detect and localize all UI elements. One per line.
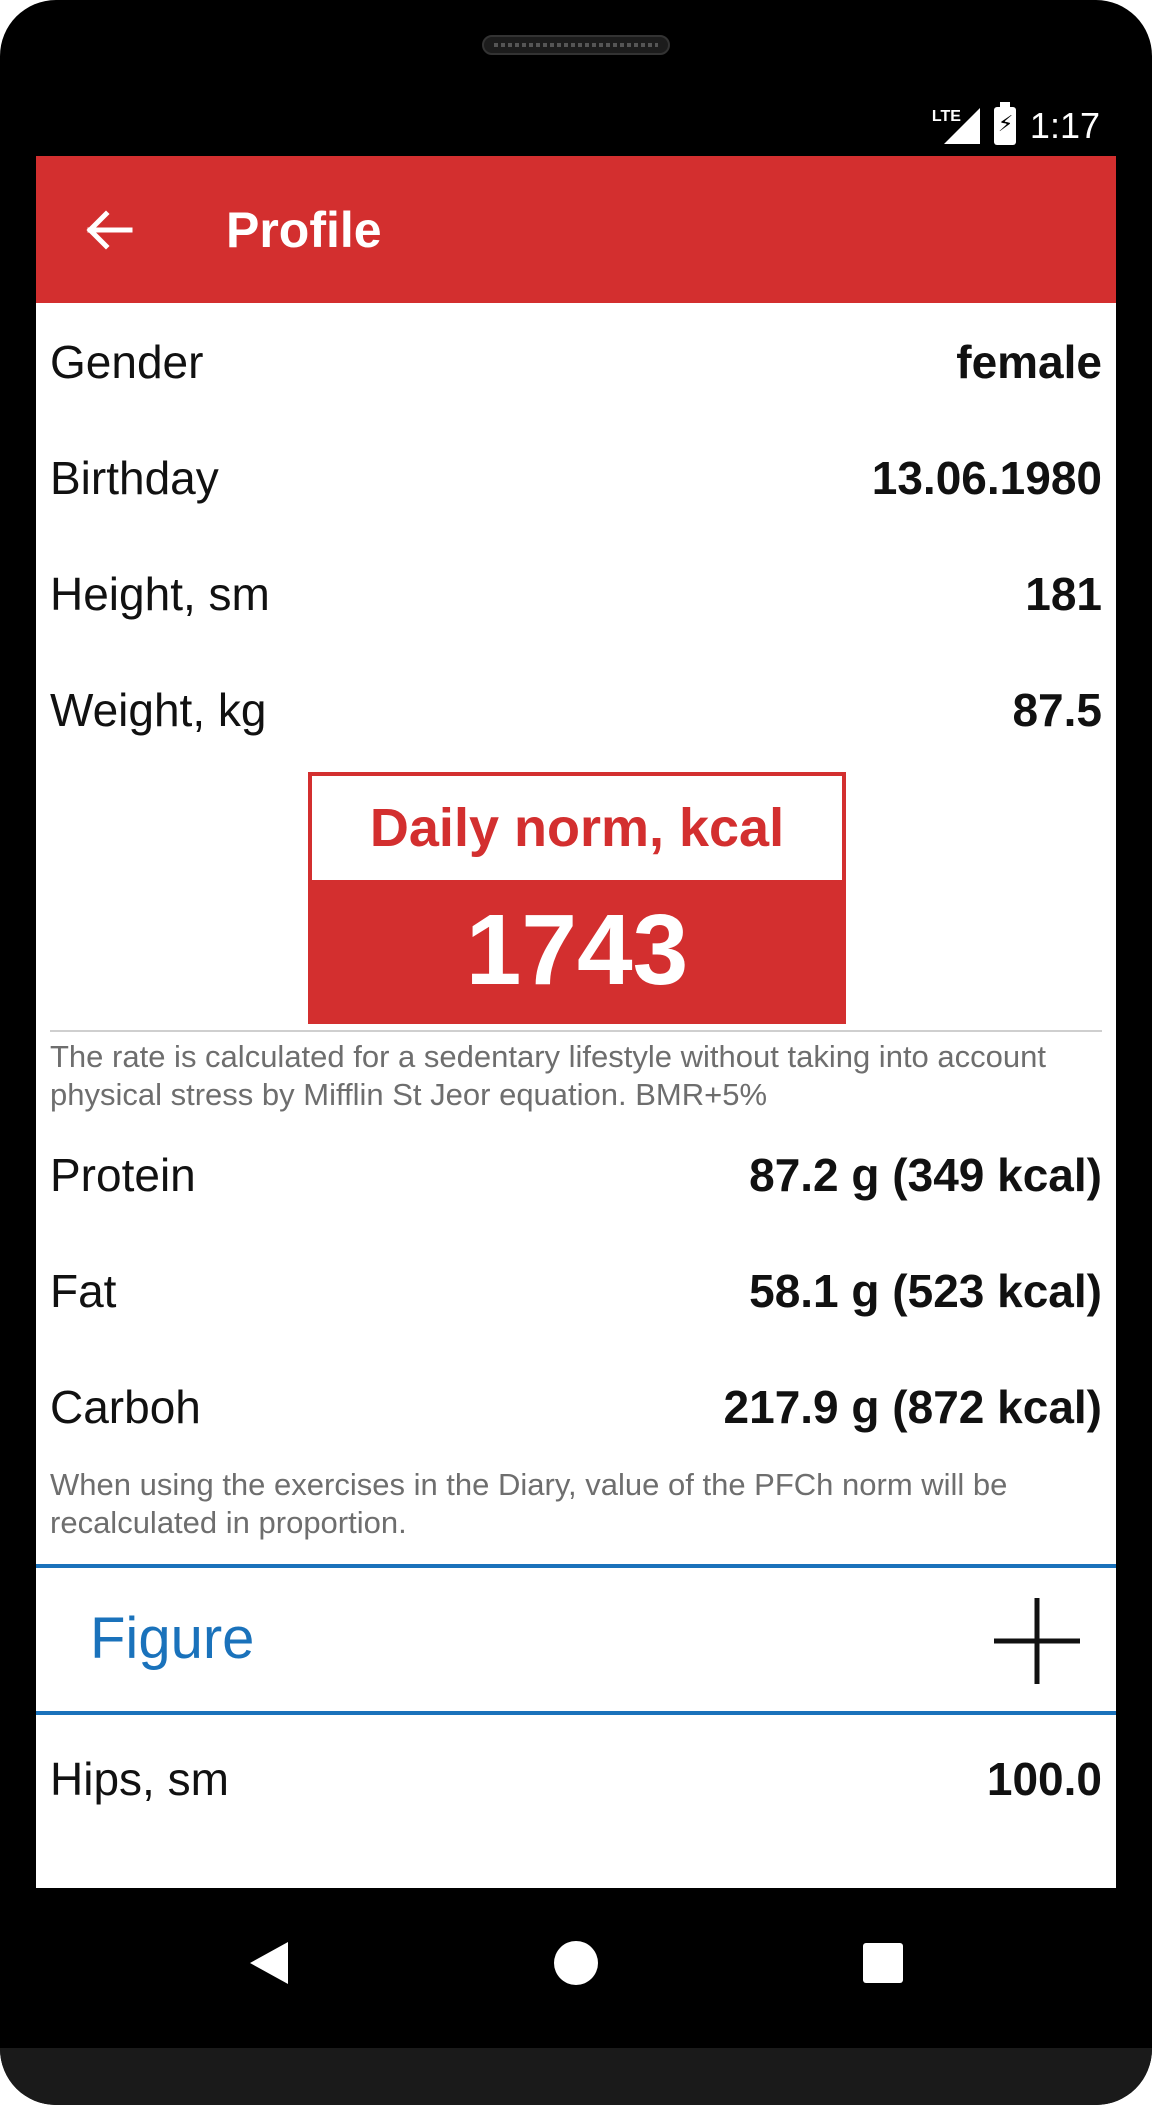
daily-norm-note: The rate is calculated for a sedentary l…	[50, 1039, 1046, 1112]
daily-norm-title: Daily norm, kcal	[369, 798, 785, 858]
gender-row[interactable]: Gender female	[50, 317, 1102, 407]
fat-row: Fat 58.1 g (523 kcal)	[50, 1246, 1102, 1336]
status-time: 1:17	[1029, 105, 1100, 146]
weight-value: 87.5	[1012, 684, 1102, 736]
birthday-label: Birthday	[50, 452, 219, 504]
device-chin	[0, 2048, 1152, 2105]
weight-label: Weight, kg	[50, 684, 267, 736]
nav-back-icon[interactable]	[244, 1938, 294, 1988]
height-label: Height, sm	[50, 568, 270, 620]
nav-recents-icon[interactable]	[858, 1938, 908, 1988]
height-row[interactable]: Height, sm 181	[50, 549, 1102, 639]
device-frame: LTE ⚡ 1:17 Profile Gender female Birthda…	[0, 0, 1152, 2105]
carboh-row: Carboh 217.9 g (872 kcal)	[50, 1362, 1102, 1452]
pfch-note: When using the exercises in the Diary, v…	[50, 1467, 1008, 1540]
gender-label: Gender	[50, 336, 204, 388]
hips-value: 100.0	[986, 1753, 1102, 1805]
lte-signal-icon: LTE	[932, 106, 980, 146]
weight-row[interactable]: Weight, kg 87.5	[50, 665, 1102, 755]
birthday-value: 13.06.1980	[871, 452, 1102, 504]
protein-label: Protein	[50, 1149, 196, 1201]
figure-bottom-divider	[36, 1711, 1116, 1715]
nav-home-icon[interactable]	[551, 1938, 601, 1988]
page-title: Profile	[226, 202, 382, 258]
navigation-bar	[0, 1888, 1152, 2048]
hips-label: Hips, sm	[50, 1753, 229, 1805]
fat-value: 58.1 g (523 kcal)	[749, 1265, 1102, 1317]
carboh-label: Carboh	[50, 1381, 201, 1433]
screen: Profile Gender female Birthday 13.06.198…	[36, 156, 1116, 1888]
speaker-grille	[482, 35, 670, 55]
battery-charging-icon: ⚡	[993, 102, 1016, 145]
carboh-value: 217.9 g (872 kcal)	[723, 1381, 1102, 1433]
gender-value: female	[956, 336, 1102, 388]
arrow-left-icon[interactable]	[80, 200, 140, 260]
divider	[50, 1030, 1102, 1032]
daily-norm-value: 1743	[312, 880, 842, 1020]
figure-section-title: Figure	[90, 1606, 255, 1671]
hips-row[interactable]: Hips, sm 100.0	[50, 1734, 1102, 1824]
figure-top-divider	[36, 1564, 1116, 1568]
birthday-row[interactable]: Birthday 13.06.1980	[50, 433, 1102, 523]
daily-norm-card: Daily norm, kcal 1743	[308, 772, 846, 1024]
fat-label: Fat	[50, 1265, 117, 1317]
plus-icon[interactable]	[992, 1596, 1082, 1686]
status-icons: LTE ⚡ 1:17	[932, 96, 1100, 156]
protein-value: 87.2 g (349 kcal)	[749, 1149, 1102, 1201]
app-bar: Profile	[36, 156, 1116, 303]
height-value: 181	[1025, 568, 1102, 620]
status-bar: LTE ⚡ 1:17	[36, 96, 1116, 156]
protein-row: Protein 87.2 g (349 kcal)	[50, 1130, 1102, 1220]
